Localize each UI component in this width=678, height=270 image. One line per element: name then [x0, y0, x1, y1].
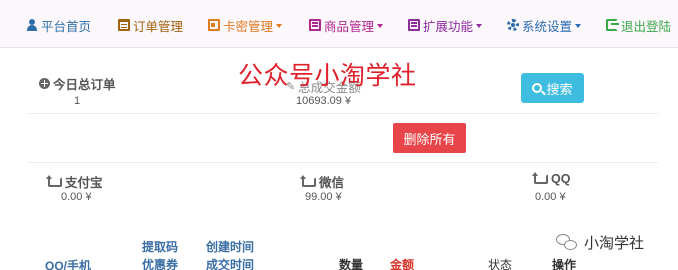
- card-icon: [208, 19, 220, 31]
- column-header-action[interactable]: 操作: [552, 256, 576, 270]
- wechat-account-name: 小淘学社: [584, 235, 645, 252]
- nav-card-keys-label: 卡密管理: [223, 19, 274, 34]
- user-icon: [26, 19, 38, 31]
- gear-icon: [507, 19, 519, 31]
- nav-settings-label: 系统设置: [522, 19, 573, 34]
- search-button[interactable]: 搜索: [521, 73, 584, 103]
- divider: [28, 113, 658, 114]
- qq-value: 0.00 ¥: [535, 191, 566, 203]
- nav-home[interactable]: 平台首页: [26, 16, 91, 34]
- nav-orders[interactable]: 订单管理: [118, 16, 183, 34]
- nav-extensions[interactable]: 扩展功能: [408, 16, 483, 34]
- nav-logout[interactable]: 退出登陆: [606, 16, 671, 34]
- chevron-down-icon: [276, 24, 283, 28]
- today-orders-value: 1: [74, 95, 81, 107]
- nav-card-keys[interactable]: 卡密管理: [208, 16, 283, 34]
- column-header-qq-phone[interactable]: QQ/手机: [45, 257, 91, 270]
- column-header-quantity[interactable]: 数量: [339, 256, 363, 270]
- alipay-label: 支付宝: [46, 172, 103, 191]
- today-orders-label-text: 今日总订单: [53, 78, 116, 92]
- today-orders-label: 今日总订单: [39, 74, 116, 93]
- list-icon: [118, 19, 130, 31]
- nav-home-label: 平台首页: [41, 19, 92, 34]
- divider: [28, 162, 658, 163]
- box-icon: [309, 19, 321, 31]
- wechat-icon: [556, 233, 578, 252]
- search-button-label: 搜索: [546, 81, 573, 97]
- wechat-value: 99.00 ¥: [305, 191, 342, 203]
- wechat-label-text: 微信: [319, 176, 345, 190]
- top-navbar: 平台首页 订单管理 卡密管理 商品管理 扩展功能 系统设置 退出登陆: [0, 0, 678, 48]
- nav-orders-label: 订单管理: [133, 19, 184, 34]
- column-header-coupon[interactable]: 优惠券: [142, 256, 178, 270]
- exit-icon: [606, 19, 619, 31]
- chevron-down-icon: [575, 24, 582, 28]
- chevron-down-icon: [377, 24, 384, 28]
- column-header-deal-time[interactable]: 成交时间: [206, 256, 254, 270]
- retweet-icon: [532, 172, 548, 184]
- nav-extensions-label: 扩展功能: [423, 19, 474, 34]
- search-icon: [532, 83, 543, 93]
- alipay-label-text: 支付宝: [65, 176, 103, 190]
- column-header-pickup-code[interactable]: 提取码: [142, 238, 178, 255]
- qq-label-text: QQ: [551, 172, 571, 186]
- delete-all-button[interactable]: 删除所有: [393, 123, 466, 153]
- retweet-icon: [46, 174, 62, 187]
- qq-label: QQ: [532, 172, 571, 186]
- total-amount-value: 10693.09 ¥: [296, 95, 352, 107]
- alipay-value: 0.00 ¥: [61, 191, 92, 203]
- nav-products-label: 商品管理: [324, 19, 375, 34]
- plus-circle-icon: [39, 78, 50, 89]
- retweet-icon: [300, 174, 316, 187]
- wechat-account-badge: 小淘学社: [556, 232, 644, 253]
- nav-settings[interactable]: 系统设置: [507, 16, 582, 34]
- column-header-created-time[interactable]: 创建时间: [206, 238, 254, 255]
- nav-logout-label: 退出登陆: [621, 19, 672, 34]
- chevron-down-icon: [476, 24, 483, 28]
- column-header-status[interactable]: 状态: [488, 256, 512, 270]
- extension-icon: [408, 19, 420, 31]
- column-header-amount[interactable]: 金额: [390, 256, 414, 270]
- nav-products[interactable]: 商品管理: [309, 16, 384, 34]
- watermark-text: 公众号小淘学社: [238, 62, 417, 90]
- wechat-label: 微信: [300, 172, 345, 191]
